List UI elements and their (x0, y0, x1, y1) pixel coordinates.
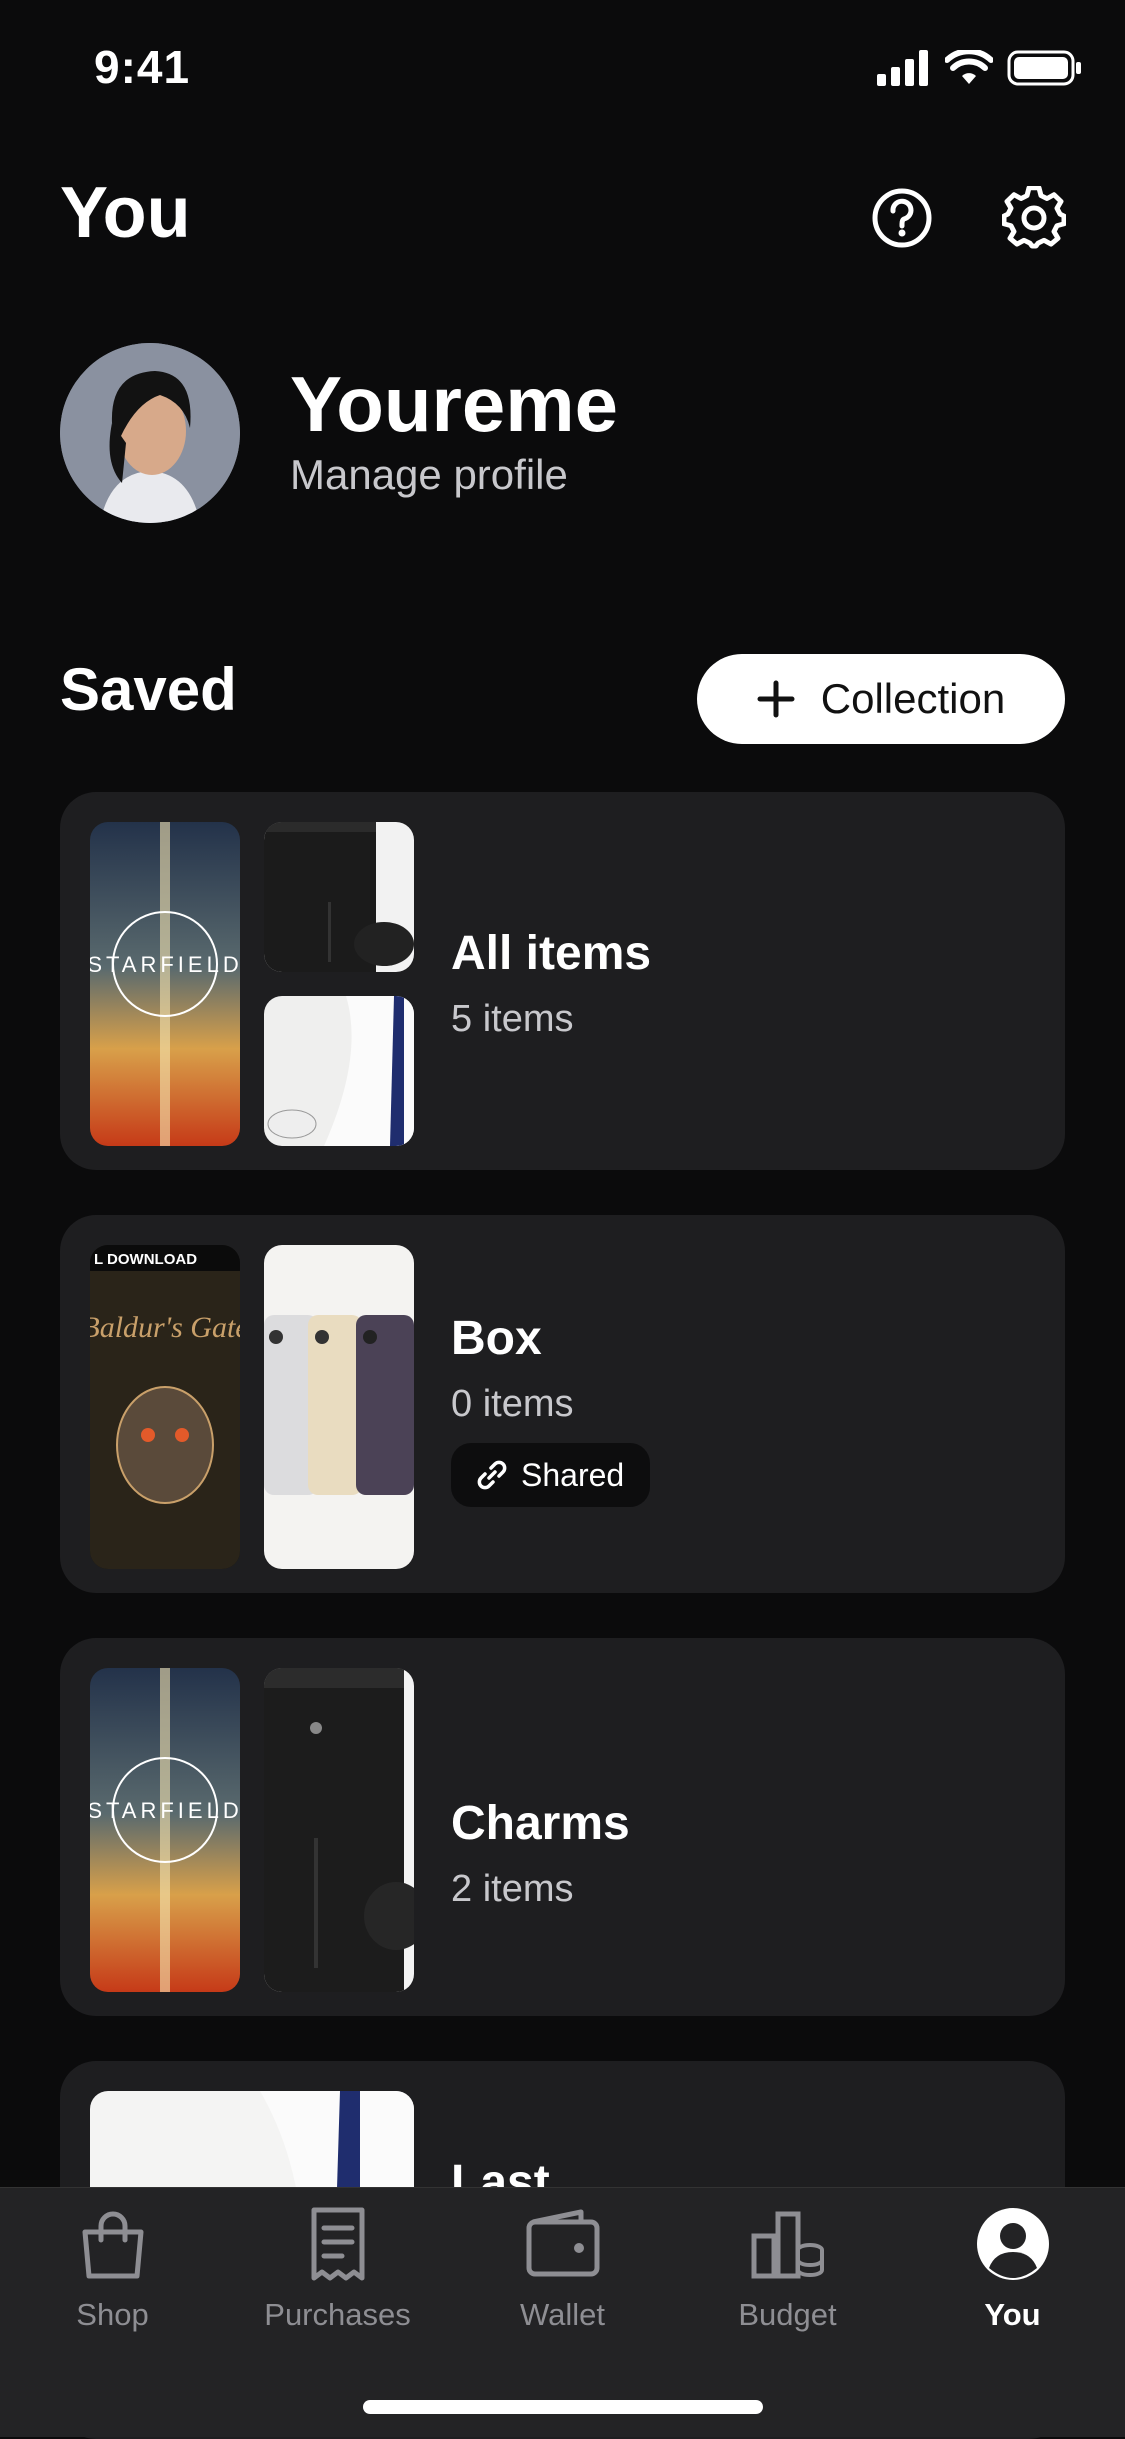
svg-text:Baldur's Gate: Baldur's Gate (90, 1311, 240, 1344)
collection-card-all-items[interactable]: STARFIELD All items 5 items (60, 792, 1065, 1170)
wifi-icon (945, 50, 993, 84)
tab-budget[interactable]: Budget (675, 2206, 900, 2333)
settings-button[interactable] (1002, 186, 1066, 250)
home-indicator (363, 2400, 763, 2414)
add-collection-label: Collection (820, 675, 1006, 722)
status-bar: 9:41 (0, 0, 1125, 140)
xbox-thumbnail (264, 822, 414, 972)
ps5-thumbnail (264, 996, 414, 1146)
baldurs-gate-thumbnail: L DOWNLOAD Baldur's Gate (90, 1245, 240, 1569)
shopping-bag-icon (82, 2211, 143, 2279)
collection-card-charms[interactable]: STARFIELD Charms 2 items (60, 1638, 1065, 2016)
status-time: 9:41 (94, 41, 191, 93)
link-icon (477, 1460, 507, 1490)
saved-section-title: Saved (60, 656, 237, 723)
tab-wallet[interactable]: Wallet (450, 2206, 675, 2333)
avatar[interactable] (60, 343, 240, 523)
tab-label: Wallet (520, 2297, 605, 2332)
shared-badge-label: Shared (521, 1456, 625, 1493)
wallet-icon (526, 2209, 599, 2277)
collection-count: 5 items (451, 998, 574, 1040)
collection-count: 2 items (451, 1868, 574, 1910)
manage-profile-link[interactable]: Manage profile (290, 451, 568, 499)
shared-badge: Shared (451, 1443, 651, 1507)
status-icons (877, 50, 1083, 86)
receipt-icon (311, 2207, 364, 2281)
collection-title: Charms (451, 1797, 630, 1850)
collection-title: Box (451, 1312, 542, 1365)
gear-icon (1002, 186, 1066, 249)
profile-name: Youreme (290, 360, 618, 448)
page-title: You (60, 173, 191, 253)
svg-text:STARFIELD: STARFIELD (90, 952, 240, 977)
signal-icon (877, 50, 928, 86)
starfield-thumbnail: STARFIELD (90, 822, 240, 1146)
add-collection-button[interactable]: Collection (697, 654, 1065, 744)
svg-text:STARFIELD: STARFIELD (90, 1798, 240, 1823)
collection-title: All items (451, 927, 652, 980)
user-circle-icon (976, 2208, 1049, 2280)
tab-label: Budget (738, 2297, 837, 2332)
profile-row[interactable]: Youreme Manage profile (60, 343, 960, 523)
tab-shop[interactable]: Shop (0, 2206, 225, 2333)
help-icon (872, 188, 932, 248)
collection-card-box[interactable]: L DOWNLOAD Baldur's Gate Box 0 items Sha… (60, 1215, 1065, 1593)
tab-label: You (984, 2297, 1041, 2332)
xbox-thumbnail (264, 1668, 414, 1992)
tab-label: Purchases (264, 2297, 411, 2332)
plus-icon (757, 680, 795, 718)
tab-purchases[interactable]: Purchases (225, 2206, 450, 2333)
svg-text:L DOWNLOAD: L DOWNLOAD (94, 1251, 197, 1268)
battery-icon (1007, 50, 1081, 86)
budget-icon (751, 2211, 824, 2279)
help-button[interactable] (870, 186, 934, 250)
tab-you[interactable]: You (900, 2206, 1125, 2333)
avatar-portrait (60, 343, 240, 523)
tab-label: Shop (76, 2297, 149, 2332)
collection-count: 0 items (451, 1383, 574, 1425)
iphone-thumbnail (264, 1245, 414, 1569)
starfield-thumbnail: STARFIELD (90, 1668, 240, 1992)
